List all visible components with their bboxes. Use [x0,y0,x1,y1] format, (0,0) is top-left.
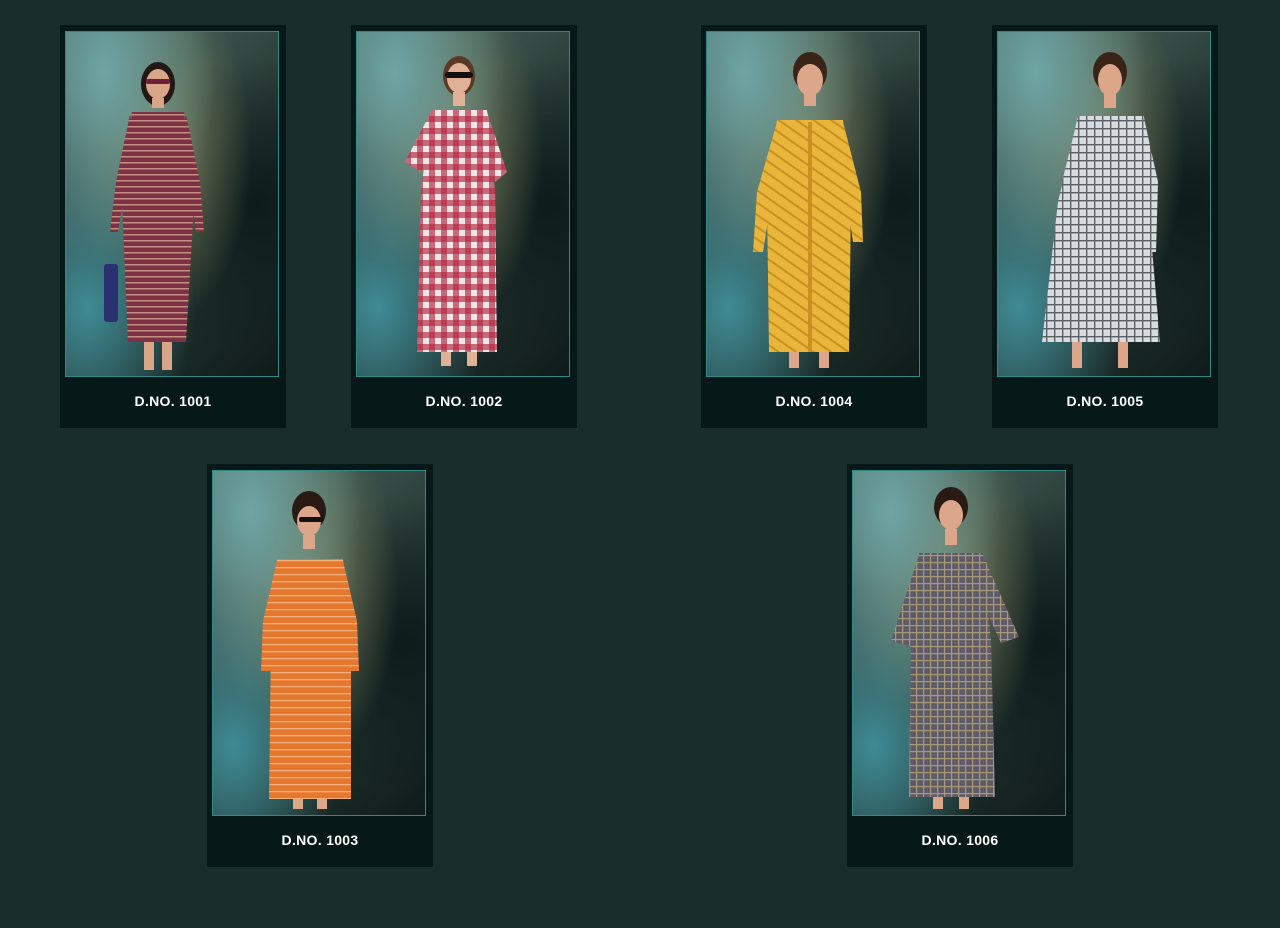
model-figure [261,491,359,809]
model-figure [1042,52,1160,368]
design-number-label: D.NO. 1005 [1066,393,1144,409]
model-figure [104,62,204,370]
model-figure [891,487,1019,809]
product-photo[interactable] [997,31,1211,377]
product-photo[interactable] [852,470,1066,816]
design-number-label: D.NO. 1004 [775,393,853,409]
product-card-1003[interactable]: D.NO. 1003 [207,464,433,867]
product-card-1005[interactable]: D.NO. 1005 [992,25,1218,428]
product-photo[interactable] [356,31,570,377]
product-card-1001[interactable]: D.NO. 1001 [60,25,286,428]
design-number-label: D.NO. 1002 [425,393,503,409]
model-figure [405,56,507,366]
design-number-label: D.NO. 1006 [921,832,999,848]
product-card-1002[interactable]: D.NO. 1002 [351,25,577,428]
product-photo[interactable] [65,31,279,377]
model-figure [753,52,863,368]
product-photo[interactable] [212,470,426,816]
design-number-label: D.NO. 1001 [134,393,212,409]
product-card-1006[interactable]: D.NO. 1006 [847,464,1073,867]
product-card-1004[interactable]: D.NO. 1004 [701,25,927,428]
product-photo[interactable] [706,31,920,377]
design-number-label: D.NO. 1003 [281,832,359,848]
